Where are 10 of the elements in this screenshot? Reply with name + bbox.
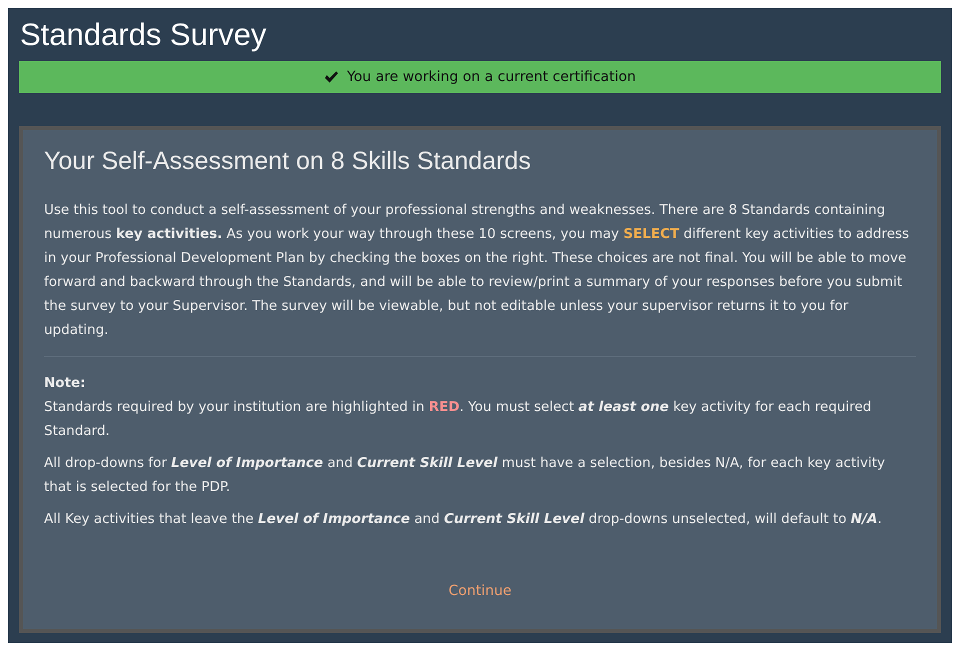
panel-heading: Your Self-Assessment on 8 Skills Standards [44,146,532,177]
page-title: Standards Survey [20,16,268,54]
note-text: Standards required by your institution are highlighted in RED. You must select at least one key activity for each required Standard. [44,398,872,441]
intro-paragraph: Use this tool to conduct a self-assessment of your professional strengths and weaknesses. There are 8 Standards containing numerous key activities. As you work your way through these 10 screens, you may SELECT different key activities to address in your Professional Development Plan by checking the boxes on the right. These choices are not final. You will be able to move forward and backward through the Standards, and will be able to review/print a summary of your responses before you submit the survey to your Supervisor. The survey will be viewable, but not editable unless your supervisor returns it to you for updating. [44,201,910,340]
note-text: All drop-downs for Level of Importance and Current Skill Level must have a selection, besides N/A, for each key activity that is selected for the PDP. [44,454,886,497]
continue-link[interactable]: Continue [448,579,512,603]
note-text: All Key activities that leave the Level of Importance and Current Skill Level drop-downs unselected, will default to N/A. [44,510,883,529]
checkmark-icon [324,70,340,84]
note-label: Note: [44,374,86,393]
status-text: You are working on a current certification [347,68,636,86]
